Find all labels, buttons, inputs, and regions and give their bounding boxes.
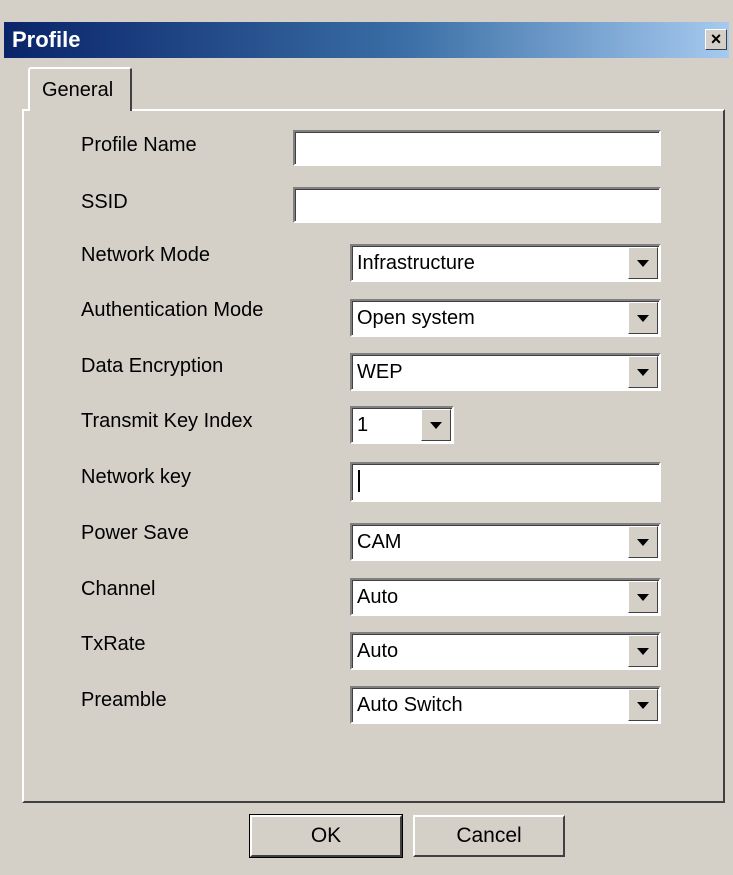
ok-button[interactable]: OK xyxy=(249,814,403,858)
general-tab-panel xyxy=(22,109,725,803)
profile-dialog: Profile × General Profile Name SSID Netw… xyxy=(0,0,733,875)
window-title: Profile xyxy=(12,27,81,52)
tab-general[interactable]: General xyxy=(28,67,132,111)
close-icon: × xyxy=(710,29,722,49)
cancel-button[interactable]: Cancel xyxy=(413,815,565,857)
tab-general-label: General xyxy=(42,79,114,101)
title-bar[interactable]: Profile × xyxy=(4,22,729,58)
close-button[interactable]: × xyxy=(705,29,727,50)
